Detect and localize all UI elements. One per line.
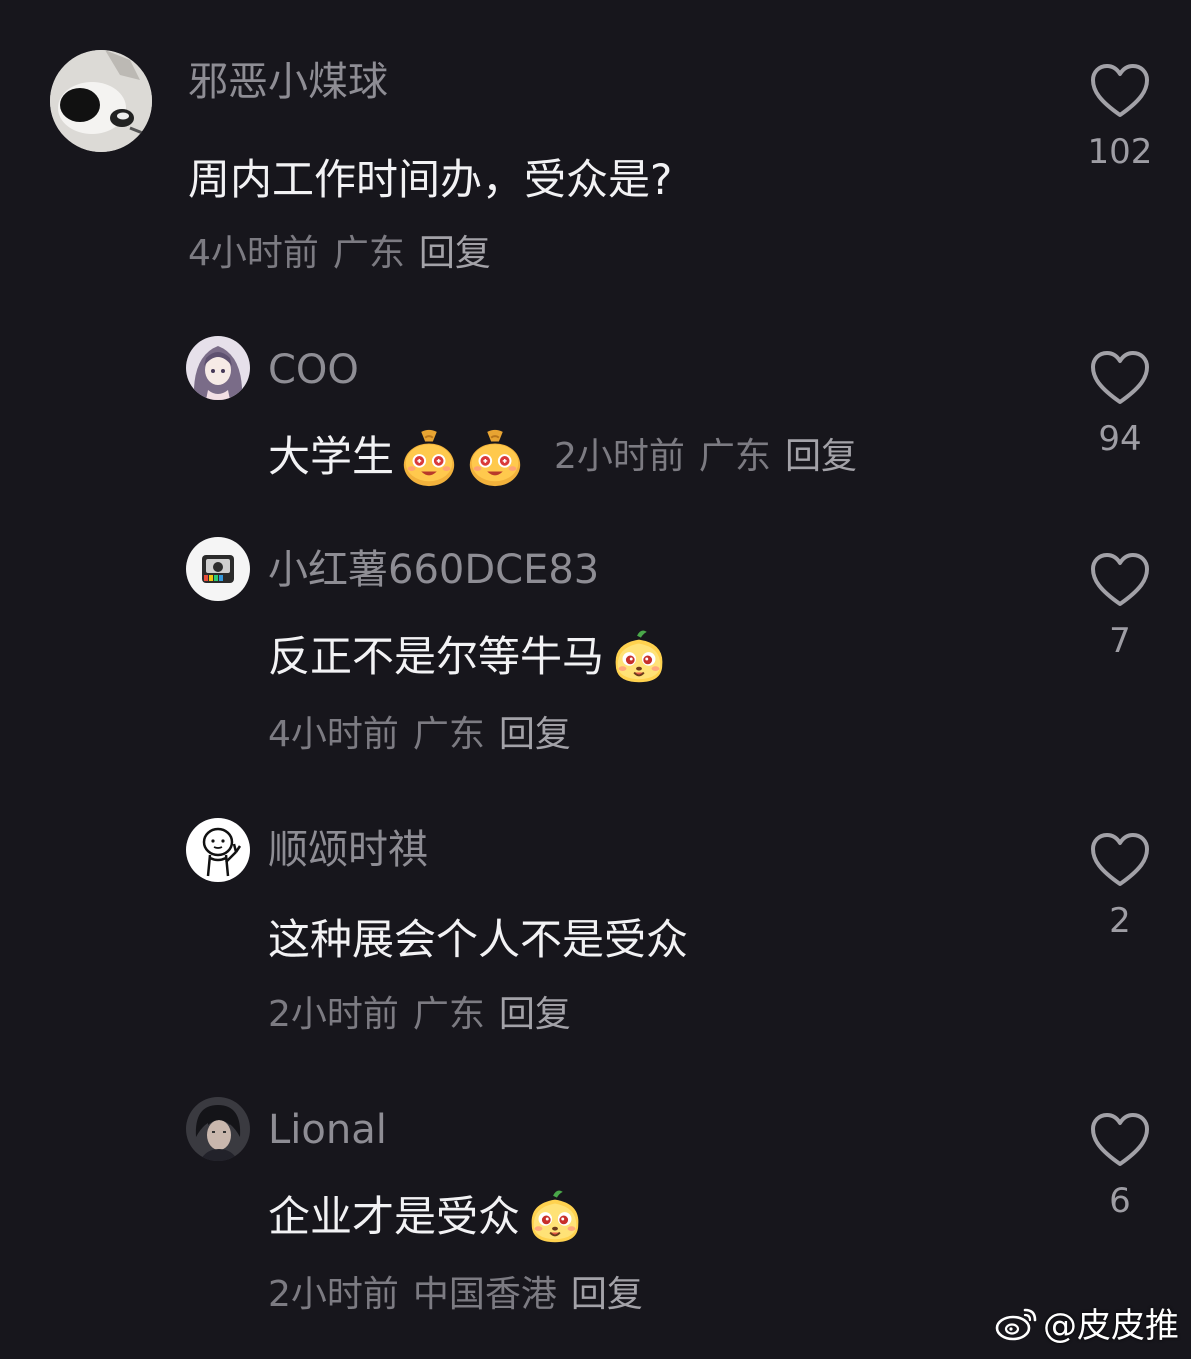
comment-text-content: 周内工作时间办，受众是? — [188, 155, 673, 204]
username[interactable]: 小红薯660DCE83 — [268, 550, 599, 590]
like-button[interactable]: 102 — [1080, 63, 1160, 169]
avatar[interactable] — [186, 1097, 250, 1161]
watermark: @皮皮推 — [995, 1298, 1179, 1347]
location: 中国香港 — [412, 1274, 557, 1315]
username[interactable]: Lional — [268, 1110, 387, 1150]
like-button[interactable]: 7 — [1080, 552, 1160, 658]
comment-meta: 2小时前 中国香港 回复 — [268, 1277, 657, 1313]
avatar[interactable] — [186, 336, 250, 400]
weibo-icon — [995, 1308, 1037, 1340]
heart-icon[interactable] — [1090, 350, 1150, 406]
comment-meta: 4小时前 广东 回复 — [268, 717, 585, 753]
comment-text: 这种展会个人不是受众 — [268, 918, 688, 962]
comment-text: 企业才是受众 — [268, 1186, 586, 1248]
reply-button[interactable]: 回复 — [499, 717, 571, 753]
heart-icon[interactable] — [1090, 1112, 1150, 1168]
avatar[interactable] — [186, 537, 250, 601]
comment-text: 周内工作时间办，受众是? — [188, 158, 672, 202]
moneybag-emoji-icon — [398, 426, 460, 488]
avatar[interactable] — [50, 50, 152, 152]
like-button[interactable]: 94 — [1080, 350, 1160, 456]
watermark-text: @皮皮推 — [1043, 1306, 1179, 1346]
heart-icon[interactable] — [1090, 832, 1150, 888]
comment-text-content: 反正不是尔等牛马 — [268, 632, 605, 681]
dog-emoji-icon — [608, 626, 670, 688]
dog-emoji-icon — [524, 1186, 586, 1248]
like-count: 102 — [1087, 132, 1153, 172]
comment-meta: 4小时前 广东 回复 — [188, 236, 505, 272]
heart-icon[interactable] — [1090, 552, 1150, 608]
comment-text: 大学生 2小时前 广东 回复 — [268, 426, 871, 488]
comment-meta: 2小时前 广东 回复 — [554, 439, 871, 475]
like-count: 6 — [1109, 1181, 1131, 1221]
comment-text-content: 这种展会个人不是受众 — [268, 915, 689, 964]
username[interactable]: COO — [268, 350, 359, 390]
like-count: 7 — [1109, 621, 1131, 661]
timestamp: 4小时前 — [268, 714, 399, 755]
like-count: 94 — [1098, 419, 1142, 459]
reply-button[interactable]: 回复 — [419, 236, 491, 272]
reply-button[interactable]: 回复 — [499, 997, 571, 1033]
comment-text: 反正不是尔等牛马 — [268, 626, 670, 688]
heart-icon[interactable] — [1090, 63, 1150, 119]
timestamp: 2小时前 — [268, 1274, 399, 1315]
avatar[interactable] — [186, 818, 250, 882]
comment-text-content: 企业才是受众 — [268, 1192, 521, 1241]
username[interactable]: 邪恶小煤球 — [188, 62, 388, 102]
location: 广东 — [412, 994, 485, 1035]
like-button[interactable]: 2 — [1080, 832, 1160, 938]
comment-text-content: 大学生 — [268, 432, 395, 481]
moneybag-emoji-icon — [464, 426, 526, 488]
timestamp: 4小时前 — [188, 233, 319, 274]
username[interactable]: 顺颂时祺 — [268, 830, 428, 870]
location: 广东 — [412, 714, 485, 755]
like-count: 2 — [1109, 901, 1131, 941]
reply-button[interactable]: 回复 — [785, 439, 857, 475]
reply-button[interactable]: 回复 — [571, 1277, 643, 1313]
timestamp: 2小时前 — [554, 436, 685, 477]
timestamp: 2小时前 — [268, 994, 399, 1035]
comment-meta: 2小时前 广东 回复 — [268, 997, 585, 1033]
location: 广东 — [332, 233, 405, 274]
location: 广东 — [698, 436, 771, 477]
like-button[interactable]: 6 — [1080, 1112, 1160, 1218]
